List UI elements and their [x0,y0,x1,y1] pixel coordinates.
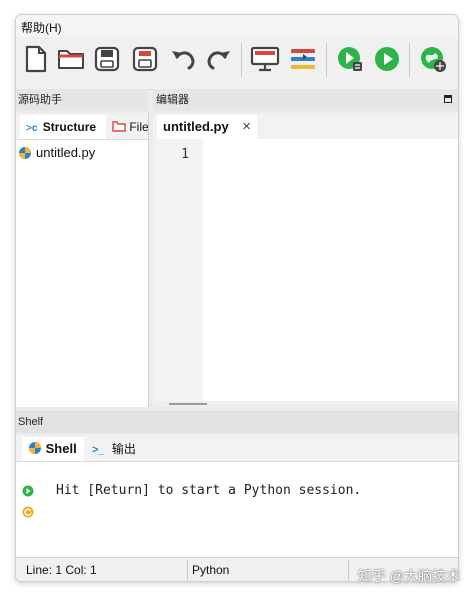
status-position: Line: 1 Col: 1 [26,563,97,577]
close-tab-icon[interactable]: × [242,115,251,139]
save-as-icon [132,46,158,72]
line-number: 1 [181,147,189,162]
redo-icon [207,51,230,70]
line-number-gutter: 1 [153,139,203,401]
tab-structure[interactable]: >c Structure [20,115,106,139]
toolbar-separator [241,43,242,77]
display-icon [250,46,280,72]
globe-button[interactable] [416,42,450,76]
scrollbar-thumb[interactable] [169,403,207,405]
tab-file[interactable]: File [108,115,148,139]
left-panel-header: 源码助手 [16,89,148,111]
status-divider [187,560,188,580]
editor-panel: untitled.py × 1 [153,113,458,407]
tab-file-label: File [129,120,148,134]
undo-button[interactable] [166,42,200,76]
new-file-icon [25,45,47,73]
tab-untitled-py-label: untitled.py [163,119,229,134]
toggle-panels-button[interactable] [286,42,320,76]
restart-icon [22,506,34,518]
editor-panel-title: 编辑器 [156,94,189,106]
left-panel-title: 源码助手 [18,94,62,106]
tab-output[interactable]: >_ 输出 [86,437,146,461]
display-button[interactable] [248,42,282,76]
watermark: 知乎 @大脑技术 [357,568,460,584]
terminal-icon: >_ [92,444,105,456]
menu-help[interactable]: 帮助(H) [21,19,62,36]
python-icon [29,442,41,454]
open-folder-icon [58,50,84,69]
console-prompt[interactable] [22,506,34,518]
structure-icon: >c [26,123,38,134]
run-button[interactable] [370,42,404,76]
left-panel-tabs: >c Structure File [16,113,148,140]
run-icon [375,47,399,71]
shelf-panel-title: Shelf [18,416,44,428]
python-file-icon [19,146,31,159]
toolbar [16,37,458,90]
tab-shell[interactable]: Shell [22,437,84,461]
status-language: Python [192,563,230,577]
tab-output-label: 输出 [111,442,136,456]
status-divider [348,560,349,580]
run-script-icon [338,47,362,71]
toggle-panels-icon [291,49,315,69]
structure-tree-item[interactable]: untitled.py [18,145,95,160]
folder-icon [112,121,126,132]
tab-structure-label: Structure [42,120,97,134]
shelf-tabs: Shell >_ 输出 [16,435,458,462]
run-script-button[interactable] [333,42,367,76]
console-message: Hit [Return] to start a Python session. [56,483,362,498]
maximize-icon[interactable] [444,95,452,103]
save-button[interactable] [90,42,124,76]
code-area[interactable] [203,139,458,401]
console-line: Hit [Return] to start a Python session. [22,483,361,498]
editor-panel-header: 编辑器 [153,89,458,111]
toolbar-separator [326,43,327,77]
menubar: 帮助(H) [16,15,458,37]
undo-icon [172,51,195,70]
structure-tree-label: untitled.py [36,145,96,160]
tab-shell-label: Shell [45,441,77,456]
save-as-button[interactable] [128,42,162,76]
editor-tabs: untitled.py × [153,113,458,140]
globe-icon [421,47,446,72]
tab-untitled-py[interactable]: untitled.py × [157,115,257,139]
horizontal-scrollbar[interactable] [153,401,458,407]
new-file-button[interactable] [19,42,53,76]
shelf-panel-header: Shelf [16,411,458,433]
open-folder-button[interactable] [54,42,88,76]
save-icon [94,46,120,72]
source-assistant-panel: >c Structure File untitled.py [16,113,149,407]
toolbar-separator [409,43,410,77]
app-window: 帮助(H) 源码助手 编辑器 >c Structure File untitle… [15,14,459,582]
redo-button[interactable] [202,42,236,76]
run-session-icon[interactable] [22,485,34,497]
